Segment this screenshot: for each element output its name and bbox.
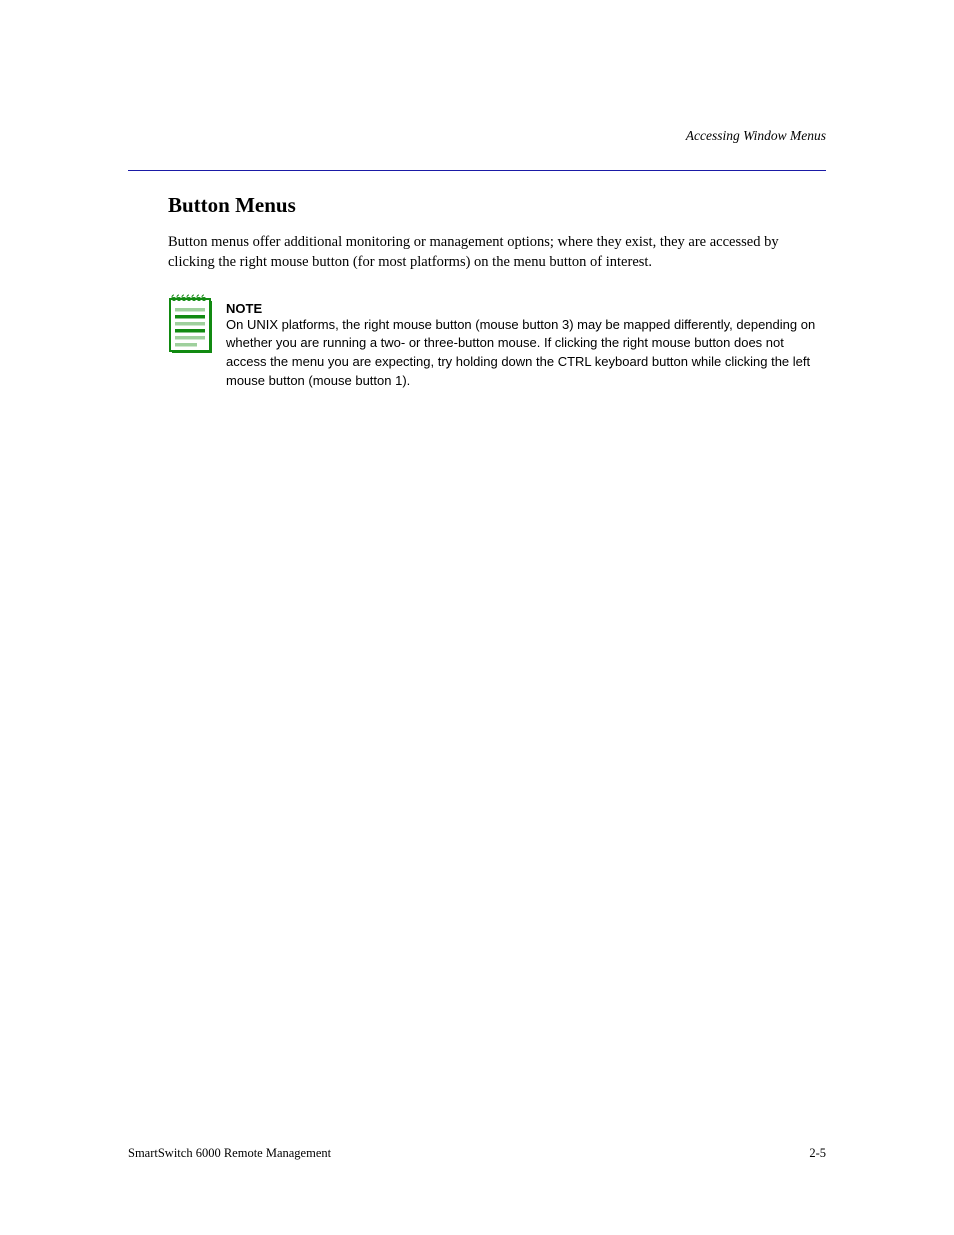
note-icon-cell (168, 293, 214, 355)
paragraph-body: Button menus offer additional monitoring… (168, 232, 826, 273)
note-label: NOTE (226, 301, 826, 316)
note-body: On UNIX platforms, the right mouse butto… (226, 316, 826, 391)
note-text-cell: NOTE On UNIX platforms, the right mouse … (226, 293, 826, 391)
note-block: NOTE On UNIX platforms, the right mouse … (168, 293, 826, 391)
footer-left: SmartSwitch 6000 Remote Management (128, 1146, 331, 1161)
heading-button-menus: Button Menus (168, 193, 826, 218)
notepad-icon (168, 293, 214, 355)
page-footer: SmartSwitch 6000 Remote Management 2-5 (128, 1146, 826, 1161)
header-divider (128, 170, 826, 171)
footer-right: 2-5 (809, 1146, 826, 1161)
section-title: Accessing Window Menus (128, 128, 826, 144)
